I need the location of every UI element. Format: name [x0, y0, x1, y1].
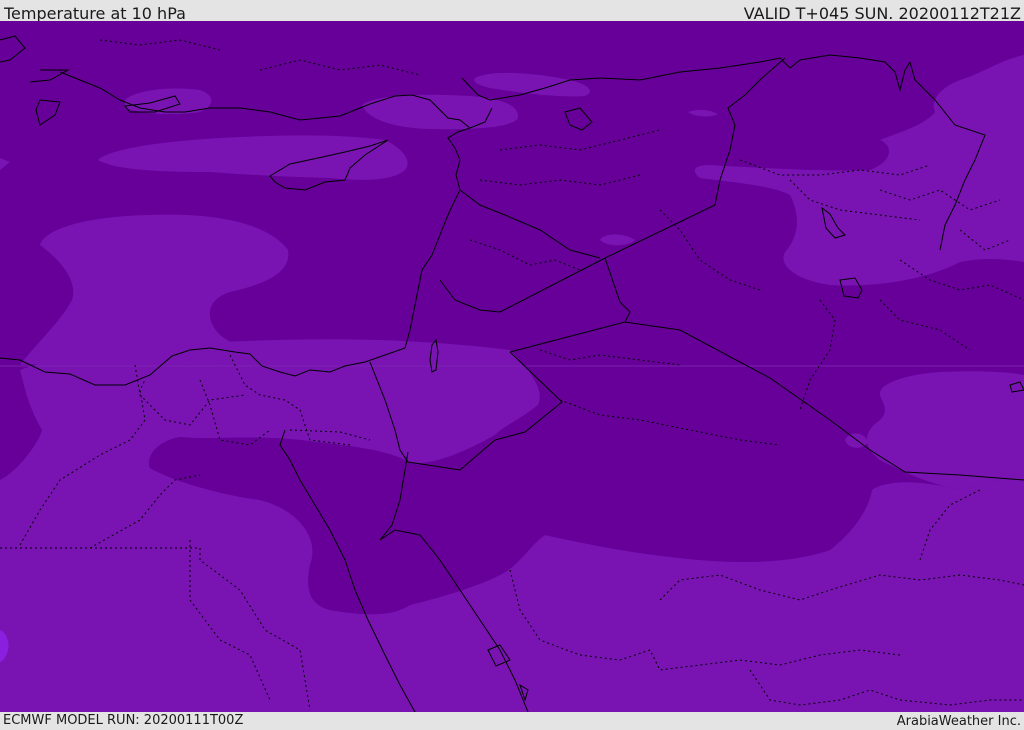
header-bar: Temperature at 10 hPa VALID T+045 SUN. 2… [0, 0, 1024, 23]
footer-bar: ECMWF MODEL RUN: 20200111T00Z ArabiaWeat… [0, 712, 1024, 729]
credit-label: ArabiaWeather Inc. [896, 714, 1021, 729]
weather-map [0, 21, 1024, 712]
model-run-label: ECMWF MODEL RUN: 20200111T00Z [3, 713, 244, 728]
temperature-map-svg [0, 21, 1024, 712]
